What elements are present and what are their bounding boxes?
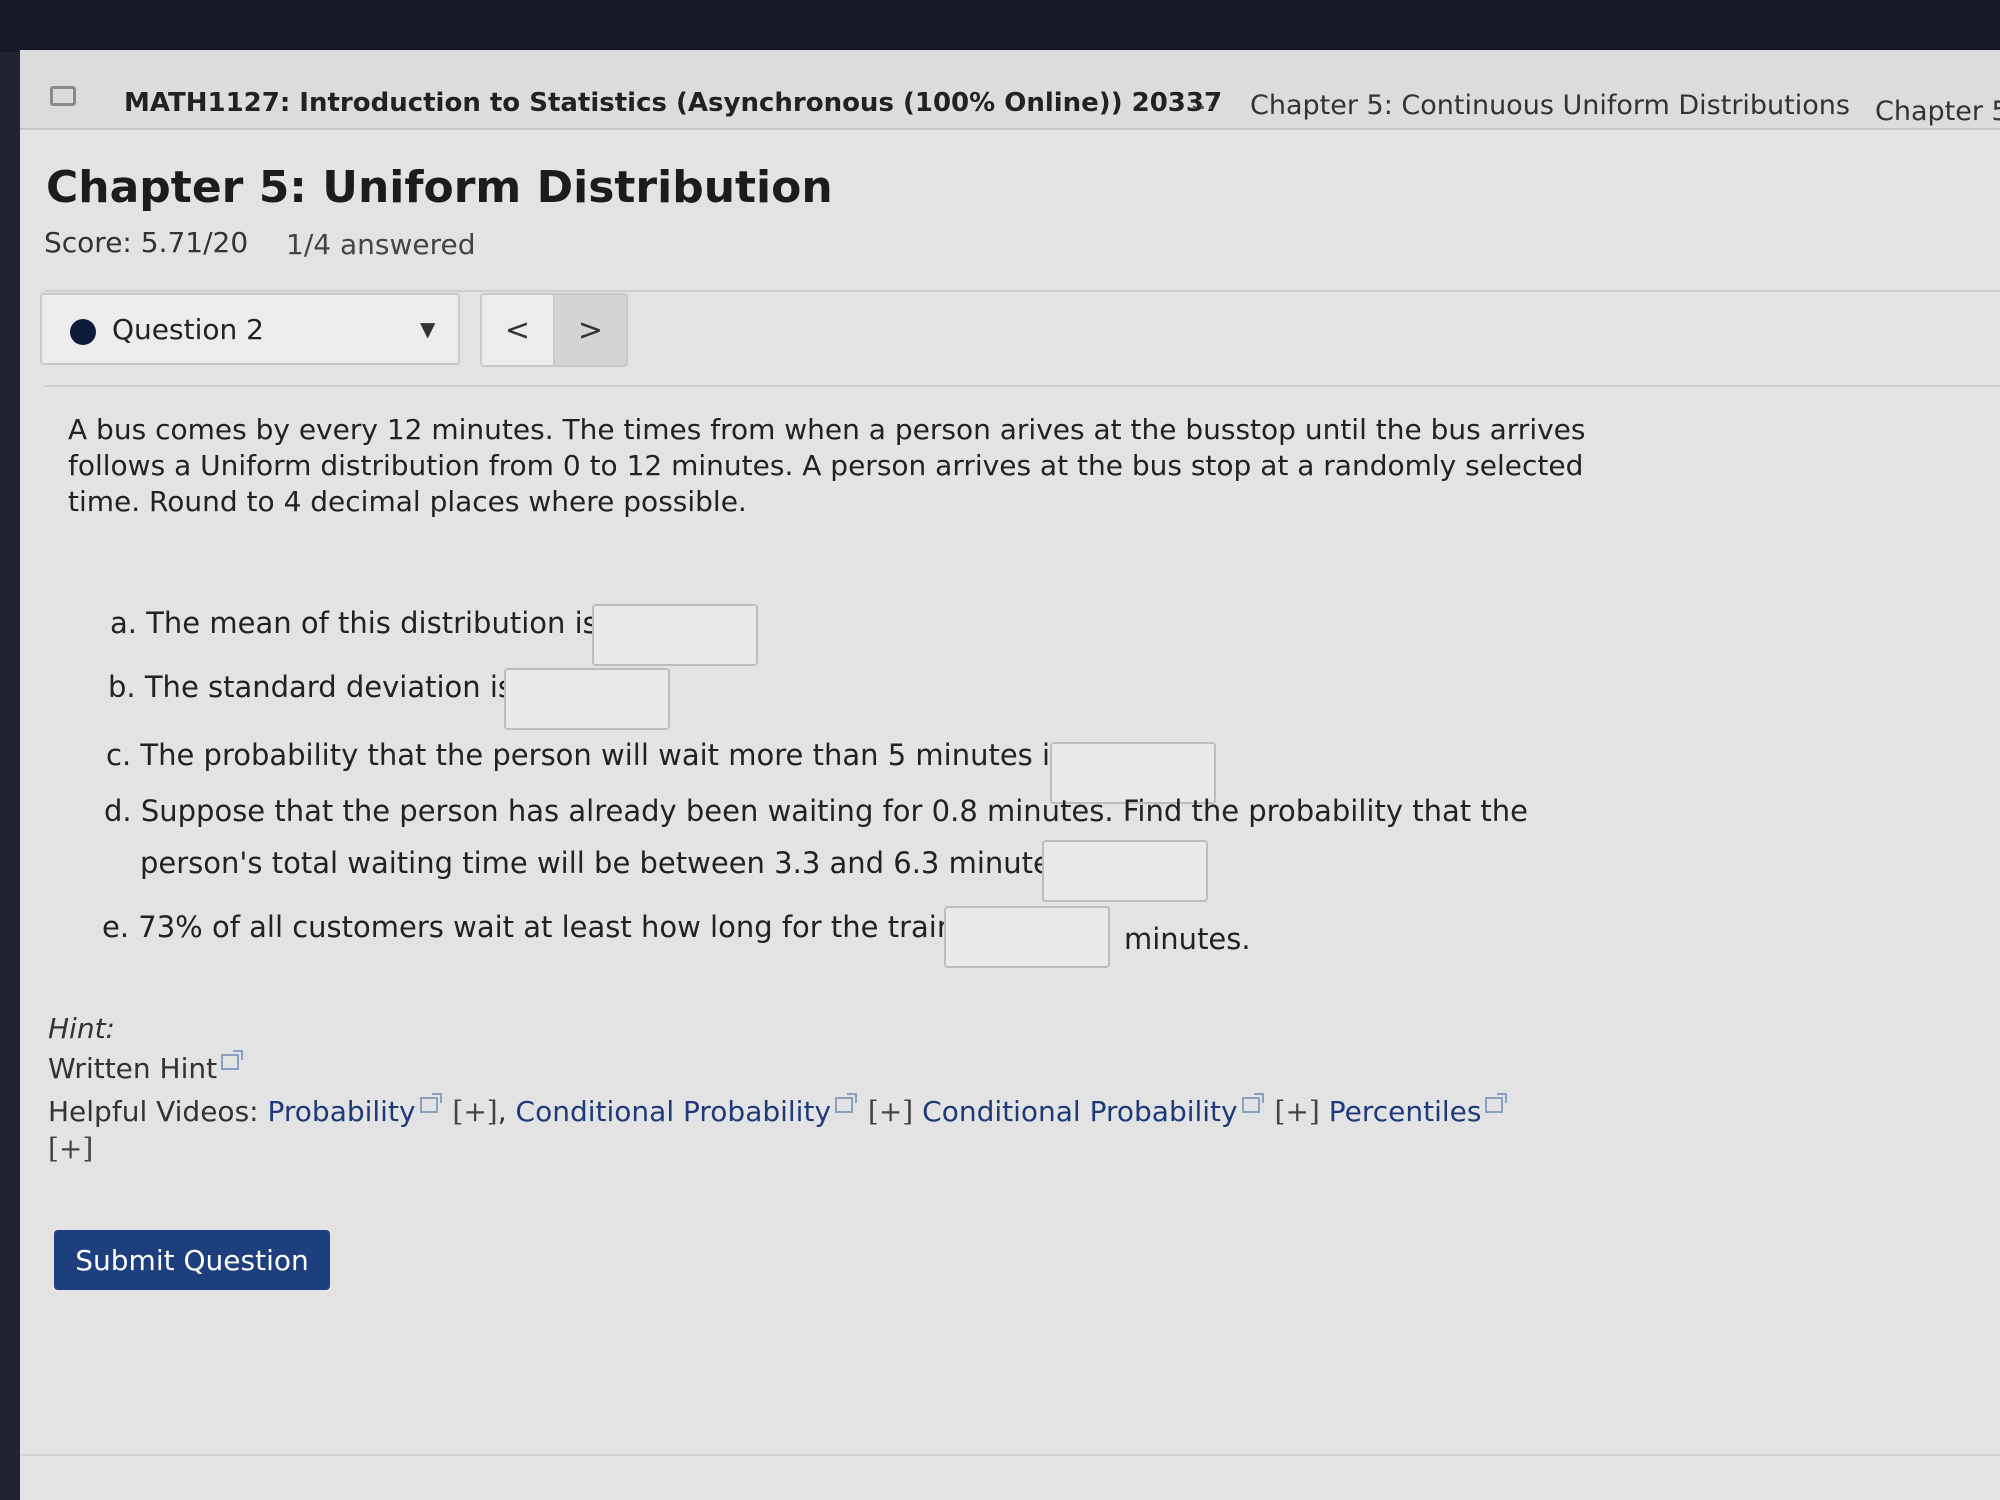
breadcrumb-chapter-uniform[interactable]: Chapter 5: Continuous Uniform Distributi… [1250,90,1850,121]
answered-count: 1/4 answered [286,228,476,261]
answer-d-input[interactable] [1042,840,1208,902]
video-link-conditional-probability-2[interactable]: Conditional Probability [922,1095,1237,1128]
chevron-down-icon: ▼ [420,317,436,341]
question-status-dot-icon [70,319,96,345]
video-link-conditional-probability[interactable]: Conditional Probability [516,1095,831,1128]
answer-e-input[interactable] [944,906,1110,968]
menu-icon[interactable] [50,86,76,106]
question-selector-label: Question 2 [112,313,264,346]
helpful-videos-label: Helpful Videos: [48,1095,259,1128]
expand-video-toggle[interactable]: [+] [1275,1095,1320,1128]
external-link-icon[interactable] [1241,1093,1264,1113]
problem-statement: A bus comes by every 12 minutes. The tim… [68,413,1586,518]
page-title: Chapter 5: Uniform Distribution [46,162,833,213]
external-link-icon[interactable] [419,1093,442,1113]
expand-video-toggle[interactable]: [+] [868,1095,913,1128]
next-question-button[interactable]: > [553,295,626,365]
breadcrumb-chapter-5[interactable]: Chapter 5 [1875,96,2000,127]
external-link-icon[interactable] [221,1050,244,1070]
written-hint-link[interactable]: Written Hint [48,1050,245,1085]
breadcrumb-ellipsis[interactable]: ... [1190,86,1215,116]
screen-bezel [0,0,2000,52]
part-d-label-cont: person's total waiting time will be betw… [140,846,1066,880]
answer-b-input[interactable] [504,668,670,730]
written-hint-label[interactable]: Written Hint [48,1052,217,1085]
part-d-label: d. Suppose that the person has already b… [104,794,1528,828]
external-link-icon[interactable] [835,1093,858,1113]
submit-question-button[interactable]: Submit Question [54,1230,330,1290]
question-nav-buttons: < > [480,293,628,367]
answer-a-input[interactable] [592,604,758,666]
part-b-label: b. The standard deviation is [108,670,514,704]
part-a-label: a. The mean of this distribution is [110,606,598,640]
browser-page: MATH1127: Introduction to Statistics (As… [20,50,2000,1500]
external-link-icon[interactable] [1485,1093,1508,1113]
expand-video-toggle[interactable]: [+] [452,1095,497,1128]
part-e-label: e. 73% of all customers wait at least ho… [102,910,971,944]
video-link-percentiles[interactable]: Percentiles [1329,1095,1482,1128]
expand-video-toggle[interactable]: [+] [48,1132,93,1165]
previous-question-button[interactable]: < [482,295,553,365]
video-link-probability[interactable]: Probability [268,1095,416,1128]
question-selector[interactable]: Question 2 ▼ [40,293,460,365]
divider [20,1454,2000,1456]
part-c-label: c. The probability that the person will … [106,738,1066,772]
score-text: Score: 5.71/20 [44,226,249,259]
separator-comma: , [497,1095,507,1128]
helpful-videos: Helpful Videos: Probability [+], Conditi… [48,1093,1509,1128]
divider [44,290,2000,292]
hint-heading: Hint: [48,1012,115,1045]
course-title[interactable]: MATH1127: Introduction to Statistics (As… [124,88,1222,118]
part-e-unit: minutes. [1124,922,1251,956]
top-nav-bar: MATH1127: Introduction to Statistics (As… [20,50,2000,130]
divider [44,385,2000,387]
